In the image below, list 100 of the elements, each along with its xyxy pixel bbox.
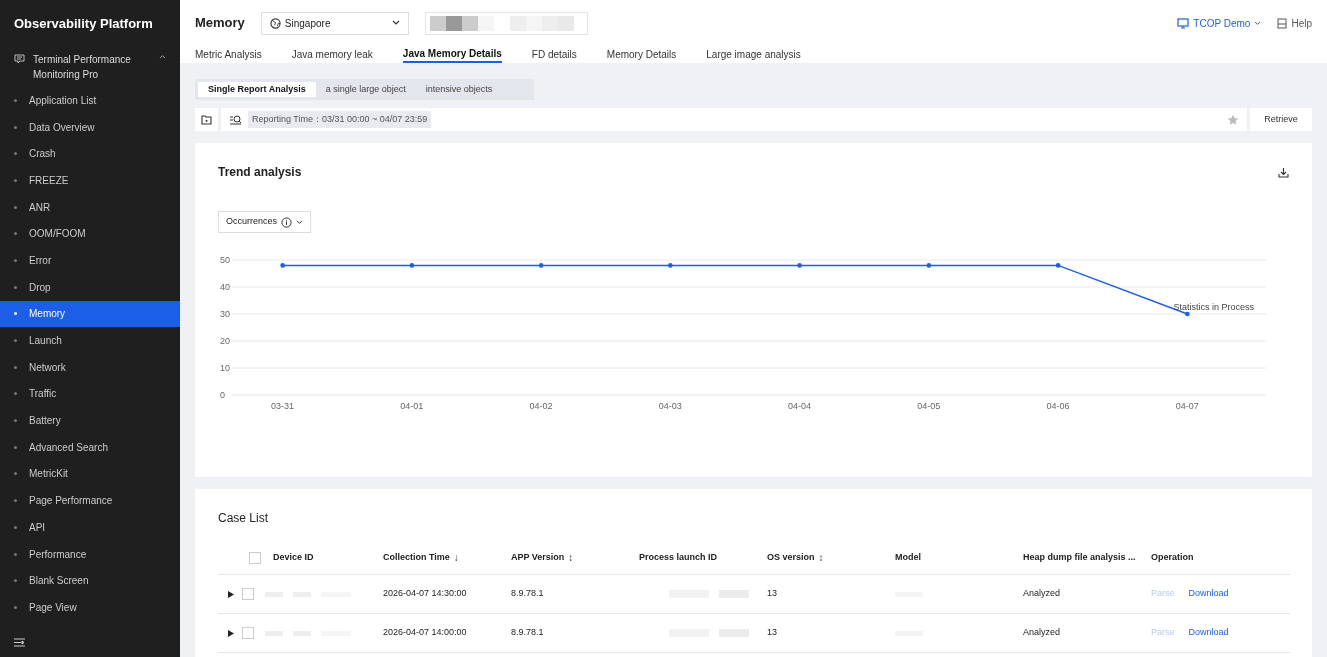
tab[interactable]: FD details [531,46,577,63]
data-point [797,263,802,268]
retrieve-button[interactable]: Retrieve [1250,108,1312,131]
sidebar-item[interactable]: MetricKit [0,460,180,488]
data-point [668,263,673,268]
chart-annotation: Statistics in Process [1173,302,1254,312]
axis-label: 03-31 [271,401,295,411]
sidebar-item[interactable]: OOM/FOOM [0,220,180,248]
axis-label: 04-07 [1175,401,1199,411]
table-action-link[interactable]: Download [1188,587,1229,601]
table-cell-text: 8.9.78.1 [511,587,545,601]
app-title: Observability Platform [13,15,154,34]
data-point [1185,311,1190,317]
axis-label: 04-02 [529,401,553,411]
sidebar-item[interactable]: Launch [0,327,180,354]
axis-label: 20 [220,336,230,346]
table-cell-text: 2026-04-07 14:30:00 [383,587,468,601]
info-icon [281,216,293,228]
data-point [280,263,285,268]
filter-tag[interactable]: Reporting Time：03/31 00:00 ~ 04/07 23:59 [248,110,432,129]
sidebar-item[interactable]: Page View [0,594,180,621]
axis-label: 04-04 [788,401,812,411]
checkbox[interactable] [242,588,254,600]
table-cell-text: 13 [767,626,778,640]
chevron-down-icon [391,20,400,26]
sidebar-item[interactable]: Advanced Search [0,433,180,461]
filter-search-icon [229,114,242,125]
sidebar-item[interactable]: Drop [0,273,180,301]
expand-triangle-icon[interactable] [228,629,234,637]
sidebar-item[interactable]: Blank Screen [0,567,180,595]
sub-tab[interactable]: a single large object [315,82,416,97]
table-cell-text: 2026-04-07 14:00:00 [383,626,468,640]
nav-group[interactable]: Terminal Performance Monitoring Pro [0,48,180,86]
sort-button[interactable]: ↕ [818,550,824,565]
sidebar-item[interactable]: API [0,514,180,541]
column-header: APP Version [511,550,565,564]
help-link[interactable]: Help [1277,15,1312,31]
checkbox[interactable] [249,551,261,564]
star-icon[interactable] [1227,113,1239,126]
sidebar-item[interactable]: Application List [0,87,180,114]
tab[interactable]: Metric Analysis [195,46,262,63]
table-cell-text: Analyzed [1023,626,1062,640]
chevron-down-icon [1254,20,1262,26]
sidebar-item[interactable]: Battery [0,407,180,434]
sub-tab[interactable]: Single Report Analysis [198,82,316,97]
expand-triangle-icon[interactable] [228,590,234,598]
sort-button[interactable]: ↓ [453,550,459,565]
tab[interactable]: Java memory leak [291,46,373,63]
globe-icon [269,17,281,29]
column-header: Heap dump file analysis ... [1023,550,1136,564]
filter-field[interactable]: Reporting Time：03/31 00:00 ~ 04/07 23:59 [221,108,1247,131]
sidebar-item[interactable]: Page Performance [0,487,180,514]
chevron-down-icon [296,219,304,225]
checkbox[interactable] [242,627,254,639]
column-header: Device ID [273,550,314,564]
sidebar-item[interactable]: Memory [0,300,180,328]
sidebar-item[interactable]: Error [0,247,180,274]
metric-select[interactable]: Occurrences [218,211,312,233]
page-title: Memory [195,14,245,33]
axis-label: 04-05 [917,401,941,411]
folder-button[interactable] [195,108,218,131]
axis-label: 10 [220,363,230,373]
tab[interactable]: Large image analysis [706,46,801,63]
monitor-icon [1177,17,1190,29]
sidebar-item[interactable]: Performance [0,540,180,568]
sidebar-item[interactable]: Network [0,353,180,381]
column-header: OS version [767,550,815,564]
axis-label: 0 [220,390,225,400]
sidebar-item[interactable]: Data Overview [0,113,180,141]
column-header: Operation [1151,550,1194,564]
app-select[interactable] [424,11,588,35]
axis-label: 40 [220,282,230,292]
tab[interactable]: Java Memory Details [402,46,502,63]
section-title: Case List [218,510,270,527]
axis-label: 50 [220,255,230,265]
sub-tab[interactable]: intensive objects [415,82,503,97]
axis-label: 04-03 [658,401,682,411]
download-icon[interactable] [1278,166,1289,178]
data-point [538,263,544,268]
axis-label: 04-01 [400,401,424,411]
account-menu[interactable]: TCOP Demo [1177,15,1262,31]
sort-button[interactable]: ↕ [568,550,574,565]
data-point [926,263,932,268]
table-cell-text: 13 [767,587,778,601]
sidebar-item[interactable]: Traffic [0,380,180,408]
table-cell-text: Analyzed [1023,587,1062,601]
section-title: Trend analysis [218,164,302,181]
column-header: Process launch ID [639,550,718,564]
tab[interactable]: Memory Details [606,46,677,63]
sidebar-item[interactable]: ANR [0,193,180,221]
sidebar-item[interactable]: Crash [0,140,180,168]
sidebar-item[interactable]: FREEZE [0,167,180,194]
table-action-link[interactable]: Download [1188,626,1229,640]
region-select[interactable]: Singapore [260,11,409,35]
folder-icon [201,114,212,125]
axis-label: 30 [220,309,230,319]
data-point [1055,263,1061,268]
column-header: Model [895,550,921,564]
book-icon [1277,17,1288,29]
collapse-menu-icon[interactable] [14,637,25,647]
